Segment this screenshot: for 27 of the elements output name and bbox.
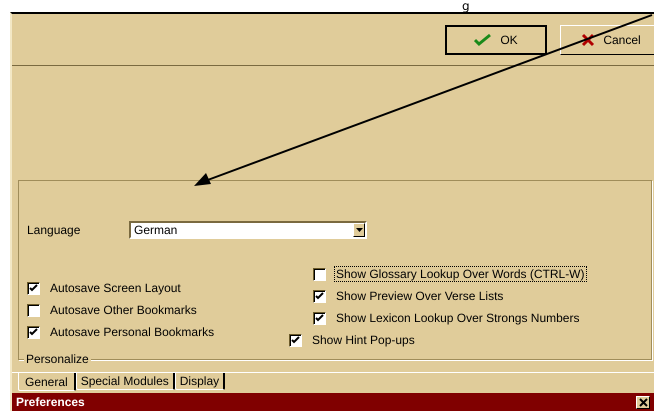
language-label: Language [27,223,82,237]
checkbox[interactable] [27,282,40,294]
window-title: Preferences [16,395,85,409]
tab[interactable]: Special Modules [76,373,175,390]
option-label: Show Lexicon Lookup Over Strongs Numbers [335,310,580,326]
cross-icon [581,33,596,47]
checkbox[interactable] [27,326,40,338]
cancel-button[interactable]: Cancel [560,25,654,55]
option-label: Show Glossary Lookup Over Words (CTRL-W) [334,266,587,282]
language-dropdown[interactable]: German [129,221,367,239]
ok-button[interactable]: OK [445,25,547,55]
checkbox[interactable] [313,290,326,302]
checkbox[interactable] [313,312,326,324]
option-label: Autosave Personal Bookmarks [49,324,216,340]
option-label: Show Hint Pop-ups [311,332,416,348]
checkbox[interactable] [289,334,302,346]
tab[interactable]: General [18,373,76,391]
option-label: Autosave Screen Layout [49,280,182,296]
tab[interactable]: Display [174,373,226,390]
checkmark-icon [474,33,492,47]
option-label: Show Preview Over Verse Lists [335,288,504,304]
close-icon [638,398,648,406]
group-title: Personalize [24,353,91,366]
checkbox[interactable] [27,304,40,316]
checkbox[interactable] [313,268,326,280]
option-label: Autosave Other Bookmarks [49,302,198,318]
close-button[interactable] [636,396,650,408]
